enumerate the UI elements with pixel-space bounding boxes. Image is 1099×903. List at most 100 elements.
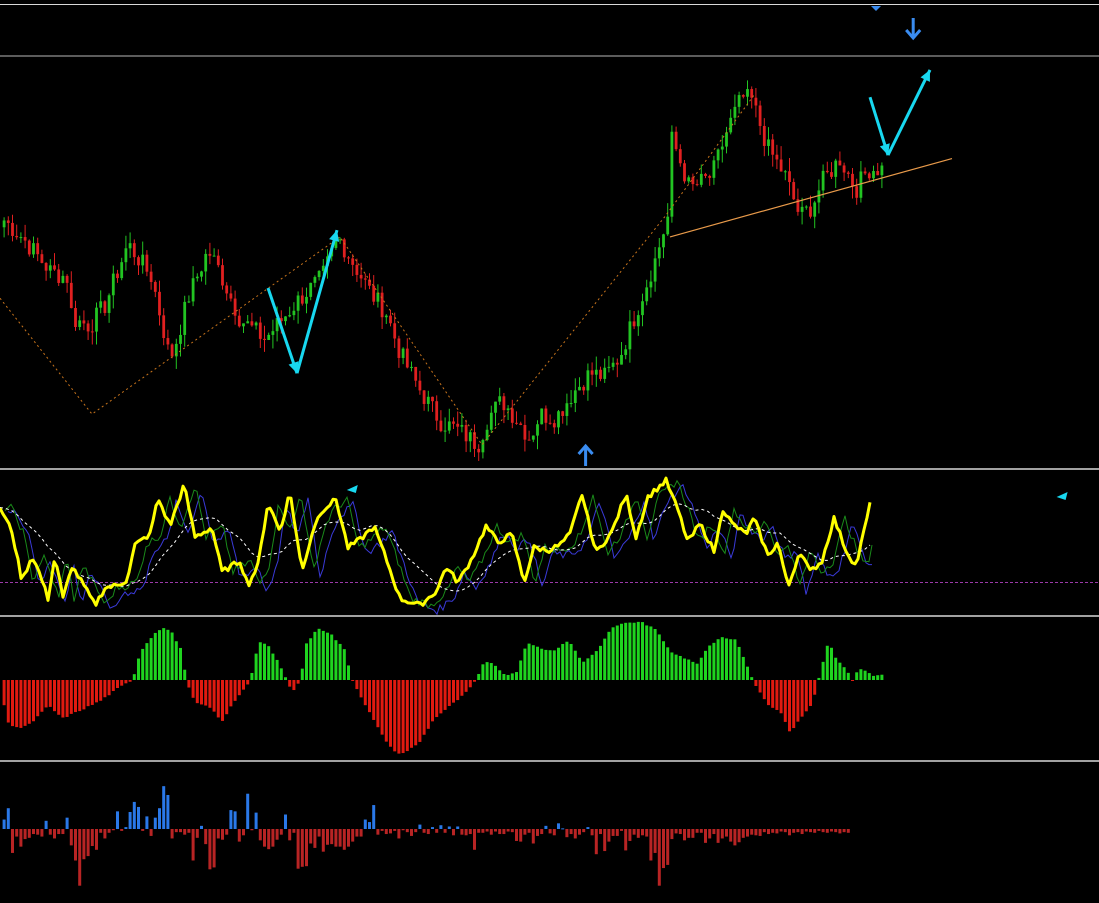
histogram-bar	[384, 680, 388, 742]
histogram-bar	[393, 680, 397, 752]
volume-bar	[263, 829, 266, 847]
volume-bar	[6, 808, 10, 829]
candle-body	[48, 265, 52, 271]
volume-bar	[716, 829, 720, 843]
volume-bar	[82, 829, 86, 860]
histogram-bar	[746, 666, 749, 680]
volume-bar	[368, 822, 371, 829]
histogram-bar	[817, 677, 821, 680]
histogram-bar	[867, 673, 871, 680]
candle-body	[418, 380, 422, 391]
histogram-bar	[737, 646, 741, 680]
volume-bar	[359, 829, 363, 837]
histogram-bar	[300, 668, 304, 680]
volume-bar	[821, 829, 825, 833]
candle-body	[254, 322, 258, 326]
histogram-bar	[86, 680, 90, 707]
histogram-bar	[355, 680, 359, 690]
volume-bar	[674, 829, 678, 834]
candle-body	[158, 291, 161, 316]
histogram-bar	[519, 660, 523, 680]
histogram-bar	[830, 647, 833, 680]
candle-body	[704, 173, 707, 176]
volume-bar	[754, 829, 758, 836]
volume-bar	[783, 829, 787, 833]
volume-bar	[90, 829, 94, 847]
candle-body	[53, 265, 56, 270]
volume-bar	[389, 829, 392, 834]
volume-bar	[460, 829, 464, 835]
histogram-bar	[288, 680, 292, 687]
volume-bar	[313, 829, 317, 848]
candle-body	[725, 132, 728, 147]
volume-bar	[762, 829, 766, 833]
histogram-bar	[183, 669, 187, 680]
candle-body	[225, 285, 229, 294]
histogram-bar	[796, 680, 800, 722]
volume-bar	[515, 829, 518, 841]
histogram-bar	[263, 643, 266, 680]
volume-bar	[536, 829, 539, 836]
volume-bar	[305, 829, 308, 867]
candle-body	[599, 369, 602, 379]
volume-bar	[607, 829, 611, 842]
candle-body	[111, 273, 115, 296]
candle-body	[733, 106, 737, 118]
histogram-bar	[586, 658, 590, 680]
candle-body	[565, 403, 569, 416]
volume-bar	[804, 829, 808, 832]
volume-bar	[439, 825, 443, 829]
volume-bar	[279, 829, 283, 835]
candle-body	[846, 172, 850, 174]
volume-bar	[338, 829, 342, 847]
histogram-bar	[758, 680, 762, 693]
histogram-bar	[733, 639, 737, 680]
histogram-bar	[494, 665, 497, 680]
histogram-bar	[590, 654, 594, 680]
candle-body	[40, 254, 44, 263]
volume-bar	[485, 829, 489, 832]
candle-body	[821, 170, 825, 191]
candle-body	[401, 348, 405, 358]
histogram-bar	[876, 675, 880, 680]
volume-bar	[195, 829, 199, 838]
histogram-bar	[401, 680, 405, 754]
volume-bar	[258, 829, 262, 841]
candle-body	[527, 439, 531, 441]
volume-bar	[15, 829, 19, 837]
trading-chart[interactable]	[0, 0, 1099, 903]
histogram-bar	[804, 680, 808, 712]
candle-body	[300, 295, 304, 304]
histogram-bar	[347, 665, 350, 680]
histogram-bar	[788, 680, 791, 732]
candle-body	[166, 338, 170, 345]
histogram-bar	[359, 680, 363, 698]
volume-bar	[137, 806, 140, 829]
histogram-bar	[6, 680, 10, 723]
histogram-bar	[863, 670, 867, 680]
candle-body	[82, 320, 86, 324]
volume-bar	[292, 829, 296, 833]
volume-bar	[578, 829, 581, 835]
histogram-bar	[200, 680, 203, 705]
candle-body	[61, 275, 65, 283]
candle-body	[536, 424, 539, 436]
candle-body	[880, 165, 884, 176]
volume-bar	[733, 829, 737, 846]
volume-bar	[99, 829, 103, 833]
candle-body	[23, 237, 27, 241]
candle-body	[292, 310, 296, 316]
candle-body	[632, 321, 636, 327]
histogram-bar	[783, 680, 787, 722]
volume-bar	[628, 829, 632, 841]
candle-body	[817, 190, 821, 203]
candle-body	[410, 366, 413, 368]
histogram-bar	[271, 653, 275, 680]
candle-body	[120, 262, 124, 279]
candle-body	[309, 282, 313, 297]
candle-body	[153, 281, 157, 292]
volume-bar	[586, 827, 590, 829]
candle-body	[414, 366, 418, 381]
histogram-bar	[2, 680, 6, 706]
histogram-bar	[338, 643, 342, 680]
